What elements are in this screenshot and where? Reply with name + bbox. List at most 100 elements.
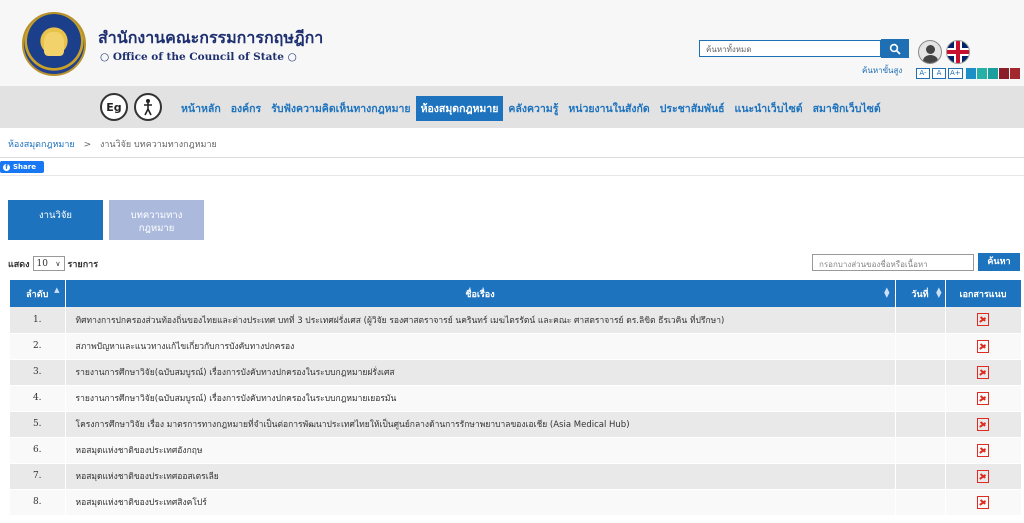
row-number: 2. xyxy=(10,333,66,360)
row-date xyxy=(895,359,946,386)
table-filter-search-button[interactable]: ค้นหา xyxy=(978,253,1020,271)
table-row: 7. หอสมุดแห่งชาติของประเทศออสเตรเลีย xyxy=(10,463,1022,490)
theme-swatch[interactable] xyxy=(1010,68,1020,79)
advanced-search-link[interactable]: ค้นหาขั้นสูง xyxy=(862,64,902,77)
nav-item-public-hearing[interactable]: รับฟังความคิดเห็นทางกฎหมาย xyxy=(266,96,415,121)
main-navigation: Eg หน้าหลัก องค์กร รับฟังความคิดเห็นทางก… xyxy=(0,86,1024,128)
row-number: 5. xyxy=(10,411,66,438)
table-row: 1. ทิศทางการปกครองส่วนท้องถิ่นของไทยและต… xyxy=(10,307,1022,334)
pdf-icon[interactable] xyxy=(977,495,989,509)
table-row: 8. หอสมุดแห่งชาติของประเทศสิงคโปร์ xyxy=(10,489,1022,516)
row-number: 4. xyxy=(10,385,66,412)
breadcrumb-link-law-library[interactable]: ห้องสมุดกฎหมาย xyxy=(8,140,75,150)
row-title-link[interactable]: หอสมุดแห่งชาติของประเทศออสเตรเลีย xyxy=(65,463,896,490)
row-date xyxy=(895,437,946,464)
row-title-link[interactable]: สภาพปัญหาและแนวทางแก้ไขเกี่ยวกับการบังคั… xyxy=(65,333,896,360)
row-title-link[interactable]: ทิศทางการปกครองส่วนท้องถิ่นของไทยและต่าง… xyxy=(65,307,896,334)
tab-research[interactable]: งานวิจัย xyxy=(8,200,103,240)
row-number: 3. xyxy=(10,359,66,386)
theme-swatch[interactable] xyxy=(999,68,1009,79)
user-login-icon[interactable] xyxy=(918,40,942,64)
search-icon xyxy=(889,43,901,55)
table-row: 4. รายงานการศึกษาวิจัย(ฉบับสมบูรณ์) เรื่… xyxy=(10,385,1022,412)
pdf-icon[interactable] xyxy=(977,313,989,327)
column-header-number[interactable]: ลำดับ ▲ xyxy=(10,280,66,307)
theme-swatch[interactable] xyxy=(988,68,998,79)
row-attachment xyxy=(945,307,1022,334)
pdf-icon[interactable] xyxy=(977,443,989,457)
bullet-icon: ○ xyxy=(100,51,110,63)
font-size-controls: A- A A+ xyxy=(916,68,963,79)
row-date xyxy=(895,463,946,490)
row-date xyxy=(895,385,946,412)
theme-swatch[interactable] xyxy=(966,68,976,79)
site-name-thai: สำนักงานคณะกรรมการกฤษฎีกา xyxy=(98,28,324,47)
header-search-input[interactable]: ค้นหาทั้งหมด xyxy=(699,40,881,57)
show-label: แสดง xyxy=(8,259,30,270)
nav-item-law-library[interactable]: ห้องสมุดกฎหมาย xyxy=(415,96,504,121)
row-date xyxy=(895,489,946,516)
row-attachment xyxy=(945,437,1022,464)
tab-legal-articles[interactable]: บทความทาง กฎหมาย xyxy=(109,200,204,240)
page-length-select[interactable]: 10 ∨ xyxy=(32,256,65,271)
font-increase-button[interactable]: A+ xyxy=(948,68,963,79)
accessibility-icon[interactable] xyxy=(134,93,162,121)
row-attachment xyxy=(945,489,1022,516)
research-table: ลำดับ ▲ ชื่อเรื่อง ▲ ▼ วันที่ ▲ ▼ เอกสารแนบ 1… xyxy=(10,280,1022,516)
tab-legal-articles-label: บทความทาง กฎหมาย xyxy=(130,210,183,234)
row-title-link[interactable]: หอสมุดแห่งชาติของประเทศอังกฤษ xyxy=(65,437,896,464)
row-title-link[interactable]: หอสมุดแห่งชาติของประเทศสิงคโปร์ xyxy=(65,489,896,516)
table-row: 5. โครงการศึกษาวิจัย เรื่อง มาตรการทางกฎ… xyxy=(10,411,1022,438)
font-normal-button[interactable]: A xyxy=(932,68,946,79)
pdf-icon[interactable] xyxy=(977,391,989,405)
row-number: 8. xyxy=(10,489,66,516)
site-header: สำนักงานคณะกรรมการกฤษฎีกา ○ Office of th… xyxy=(0,0,1024,86)
row-attachment xyxy=(945,359,1022,386)
table-filter-input[interactable]: กรอกบางส่วนของชื่อหรือเนื้อหา xyxy=(812,254,974,271)
pdf-icon[interactable] xyxy=(977,417,989,431)
row-attachment xyxy=(945,333,1022,360)
table-row: 6. หอสมุดแห่งชาติของประเทศอังกฤษ xyxy=(10,437,1022,464)
table-header-row: ลำดับ ▲ ชื่อเรื่อง ▲ ▼ วันที่ ▲ ▼ เอกสารแนบ xyxy=(10,280,1022,307)
breadcrumb: ห้องสมุดกฎหมาย > งานวิจัย บทความทางกฎหมา… xyxy=(8,137,217,151)
nav-item-public-relations[interactable]: ประชาสัมพันธ์ xyxy=(655,96,730,121)
facebook-share-button[interactable]: f Share xyxy=(0,161,44,173)
row-title-link[interactable]: รายงานการศึกษาวิจัย(ฉบับสมบูรณ์) เรื่องก… xyxy=(65,385,896,412)
column-header-date[interactable]: วันที่ ▲ ▼ xyxy=(895,280,946,307)
theme-swatch[interactable] xyxy=(977,68,987,79)
sort-icon: ▲ ▼ xyxy=(884,286,890,299)
row-attachment xyxy=(945,385,1022,412)
nav-item-affiliated-units[interactable]: หน่วยงานในสังกัด xyxy=(563,96,654,121)
sort-icon: ▲ ▼ xyxy=(936,286,942,299)
facebook-icon: f xyxy=(3,163,10,171)
column-header-attachment: เอกสารแนบ xyxy=(945,280,1022,307)
breadcrumb-separator: > xyxy=(83,140,92,150)
council-of-state-logo[interactable] xyxy=(22,12,86,76)
easy-read-icon[interactable]: Eg xyxy=(100,93,128,121)
nav-item-organization[interactable]: องค์กร xyxy=(226,96,266,121)
nav-item-members[interactable]: สมาชิกเว็บไซต์ xyxy=(808,96,886,121)
nav-item-recommended-sites[interactable]: แนะนำเว็บไซต์ xyxy=(730,96,808,121)
row-number: 7. xyxy=(10,463,66,490)
header-search-button[interactable] xyxy=(881,39,909,58)
row-number: 1. xyxy=(10,307,66,334)
font-decrease-button[interactable]: A- xyxy=(916,68,930,79)
table-row: 2. สภาพปัญหาและแนวทางแก้ไขเกี่ยวกับการบั… xyxy=(10,333,1022,360)
divider xyxy=(0,175,1024,176)
nav-item-home[interactable]: หน้าหลัก xyxy=(176,96,226,121)
nav-item-knowledge[interactable]: คลังความรู้ xyxy=(503,96,563,121)
pdf-icon[interactable] xyxy=(977,365,989,379)
english-language-flag-icon[interactable] xyxy=(946,40,970,64)
row-title-link[interactable]: รายงานการศึกษาวิจัย(ฉบับสมบูรณ์) เรื่องก… xyxy=(65,359,896,386)
bullet-icon: ○ xyxy=(287,51,297,63)
row-attachment xyxy=(945,463,1022,490)
pdf-icon[interactable] xyxy=(977,469,989,483)
entries-label: รายการ xyxy=(67,259,99,270)
row-date xyxy=(895,333,946,360)
column-header-title[interactable]: ชื่อเรื่อง ▲ ▼ xyxy=(65,280,896,307)
row-date xyxy=(895,307,946,334)
pdf-icon[interactable] xyxy=(977,339,989,353)
row-title-link[interactable]: โครงการศึกษาวิจัย เรื่อง มาตรการทางกฎหมา… xyxy=(65,411,896,438)
nav-menu: หน้าหลัก องค์กร รับฟังความคิดเห็นทางกฎหม… xyxy=(176,96,886,121)
breadcrumb-current: งานวิจัย บทความทางกฎหมาย xyxy=(99,140,217,150)
